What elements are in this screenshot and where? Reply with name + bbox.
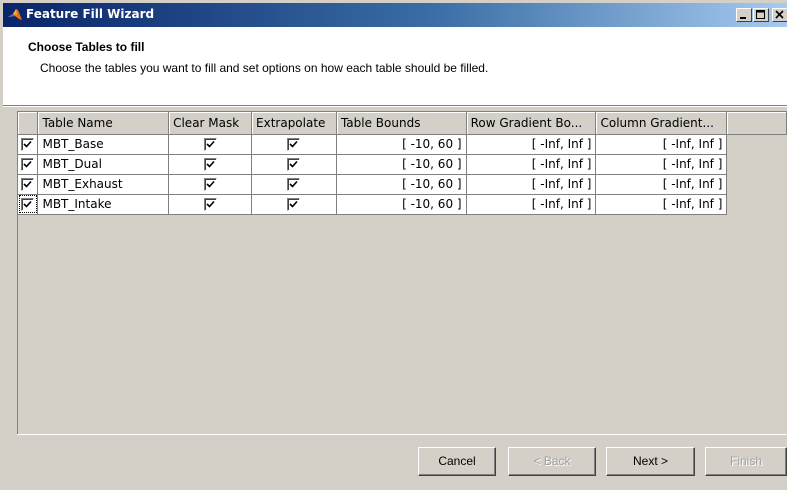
column-header-clear-mask[interactable]: Clear Mask [168, 112, 253, 135]
row-select-cell[interactable] [18, 134, 39, 155]
check-icon [23, 160, 32, 168]
clear-mask-cell[interactable] [168, 154, 253, 175]
table-bounds-cell[interactable]: [ -10, 60 ] [336, 174, 467, 195]
check-icon [289, 200, 299, 208]
check-icon [289, 160, 299, 168]
table-bounds-cell[interactable]: [ -10, 60 ] [336, 194, 467, 215]
row-select-cell[interactable] [18, 154, 39, 175]
column-gradient-cell[interactable]: [ -Inf, Inf ] [595, 154, 728, 175]
table-row[interactable]: MBT_Intake[ -10, 60 ][ -Inf, Inf ][ -Inf… [18, 194, 787, 215]
row-gradient-cell[interactable]: [ -Inf, Inf ] [466, 194, 597, 215]
back-button[interactable]: < Back [508, 447, 596, 476]
check-icon [205, 200, 215, 208]
finish-button[interactable]: Finish [705, 447, 787, 476]
table-body: MBT_Base[ -10, 60 ][ -Inf, Inf ][ -Inf, … [18, 134, 787, 215]
maximize-icon [756, 10, 765, 19]
check-icon [289, 140, 299, 148]
extrapolate-cell[interactable] [251, 154, 337, 175]
column-gradient-cell[interactable]: [ -Inf, Inf ] [595, 194, 728, 215]
clear-mask-checkbox[interactable] [203, 158, 217, 171]
row-gradient-cell[interactable]: [ -Inf, Inf ] [466, 134, 597, 155]
clear-mask-checkbox[interactable] [203, 198, 217, 211]
page-subtitle: Choose the tables you want to fill and s… [40, 61, 489, 75]
column-header-table-name[interactable]: Table Name [37, 112, 170, 135]
column-header-filler [726, 112, 787, 135]
table-header-row: Table Name Clear Mask Extrapolate Table … [18, 112, 787, 135]
tables-grid[interactable]: Table Name Clear Mask Extrapolate Table … [17, 111, 787, 434]
check-icon [23, 140, 32, 148]
row-select-checkbox[interactable] [21, 198, 34, 211]
tables-table: Table Name Clear Mask Extrapolate Table … [18, 112, 787, 215]
table-name-cell: MBT_Intake [37, 194, 170, 215]
matlab-logo-icon [7, 7, 23, 23]
clear-mask-checkbox[interactable] [203, 178, 217, 191]
close-button[interactable] [772, 8, 787, 22]
page-title: Choose Tables to fill [28, 40, 145, 54]
extrapolate-checkbox[interactable] [287, 178, 301, 191]
check-icon [23, 200, 32, 208]
check-icon [289, 180, 299, 188]
wizard-window: Feature Fill Wizard Choose Tables to fil… [0, 0, 787, 490]
table-bounds-cell[interactable]: [ -10, 60 ] [336, 134, 467, 155]
close-icon [775, 10, 784, 19]
table-bottom-edge [17, 434, 787, 435]
extrapolate-checkbox[interactable] [287, 198, 301, 211]
check-icon [205, 180, 215, 188]
minimize-button[interactable] [736, 8, 752, 22]
table-name-cell: MBT_Base [37, 134, 170, 155]
extrapolate-checkbox[interactable] [287, 158, 301, 171]
clear-mask-cell[interactable] [168, 134, 253, 155]
row-select-checkbox[interactable] [21, 158, 34, 171]
column-gradient-cell[interactable]: [ -Inf, Inf ] [595, 174, 728, 195]
maximize-button[interactable] [753, 8, 769, 22]
extrapolate-cell[interactable] [251, 194, 337, 215]
extrapolate-checkbox[interactable] [287, 138, 301, 151]
header-divider-highlight [3, 106, 787, 107]
column-header-table-bounds[interactable]: Table Bounds [336, 112, 467, 135]
table-name-cell: MBT_Dual [37, 154, 170, 175]
column-header-row-gradient[interactable]: Row Gradient Bo... [466, 112, 597, 135]
extrapolate-cell[interactable] [251, 134, 337, 155]
row-select-cell[interactable] [18, 174, 39, 195]
window-title: Feature Fill Wizard [26, 7, 155, 21]
row-select-checkbox[interactable] [21, 138, 34, 151]
column-gradient-cell[interactable]: [ -Inf, Inf ] [595, 134, 728, 155]
table-name-cell: MBT_Exhaust [37, 174, 170, 195]
title-bar[interactable]: Feature Fill Wizard [3, 3, 787, 27]
clear-mask-cell[interactable] [168, 174, 253, 195]
table-row[interactable]: MBT_Base[ -10, 60 ][ -Inf, Inf ][ -Inf, … [18, 134, 787, 155]
row-gradient-cell[interactable]: [ -Inf, Inf ] [466, 174, 597, 195]
column-header-extrapolate[interactable]: Extrapolate [251, 112, 337, 135]
wizard-header: Choose Tables to fill Choose the tables … [3, 27, 787, 105]
table-bounds-cell[interactable]: [ -10, 60 ] [336, 154, 467, 175]
check-icon [23, 180, 32, 188]
table-row[interactable]: MBT_Dual[ -10, 60 ][ -Inf, Inf ][ -Inf, … [18, 154, 787, 175]
next-button[interactable]: Next > [606, 447, 695, 476]
check-icon [205, 160, 215, 168]
check-icon [205, 140, 215, 148]
row-select-cell[interactable] [18, 194, 39, 215]
minimize-icon [740, 17, 746, 19]
column-header-column-gradient[interactable]: Column Gradient... [595, 112, 728, 135]
clear-mask-checkbox[interactable] [203, 138, 217, 151]
clear-mask-cell[interactable] [168, 194, 253, 215]
column-header-select[interactable] [18, 112, 39, 135]
extrapolate-cell[interactable] [251, 174, 337, 195]
row-gradient-cell[interactable]: [ -Inf, Inf ] [466, 154, 597, 175]
cancel-button[interactable]: Cancel [418, 447, 496, 476]
table-row[interactable]: MBT_Exhaust[ -10, 60 ][ -Inf, Inf ][ -In… [18, 174, 787, 195]
row-select-checkbox[interactable] [21, 178, 34, 191]
